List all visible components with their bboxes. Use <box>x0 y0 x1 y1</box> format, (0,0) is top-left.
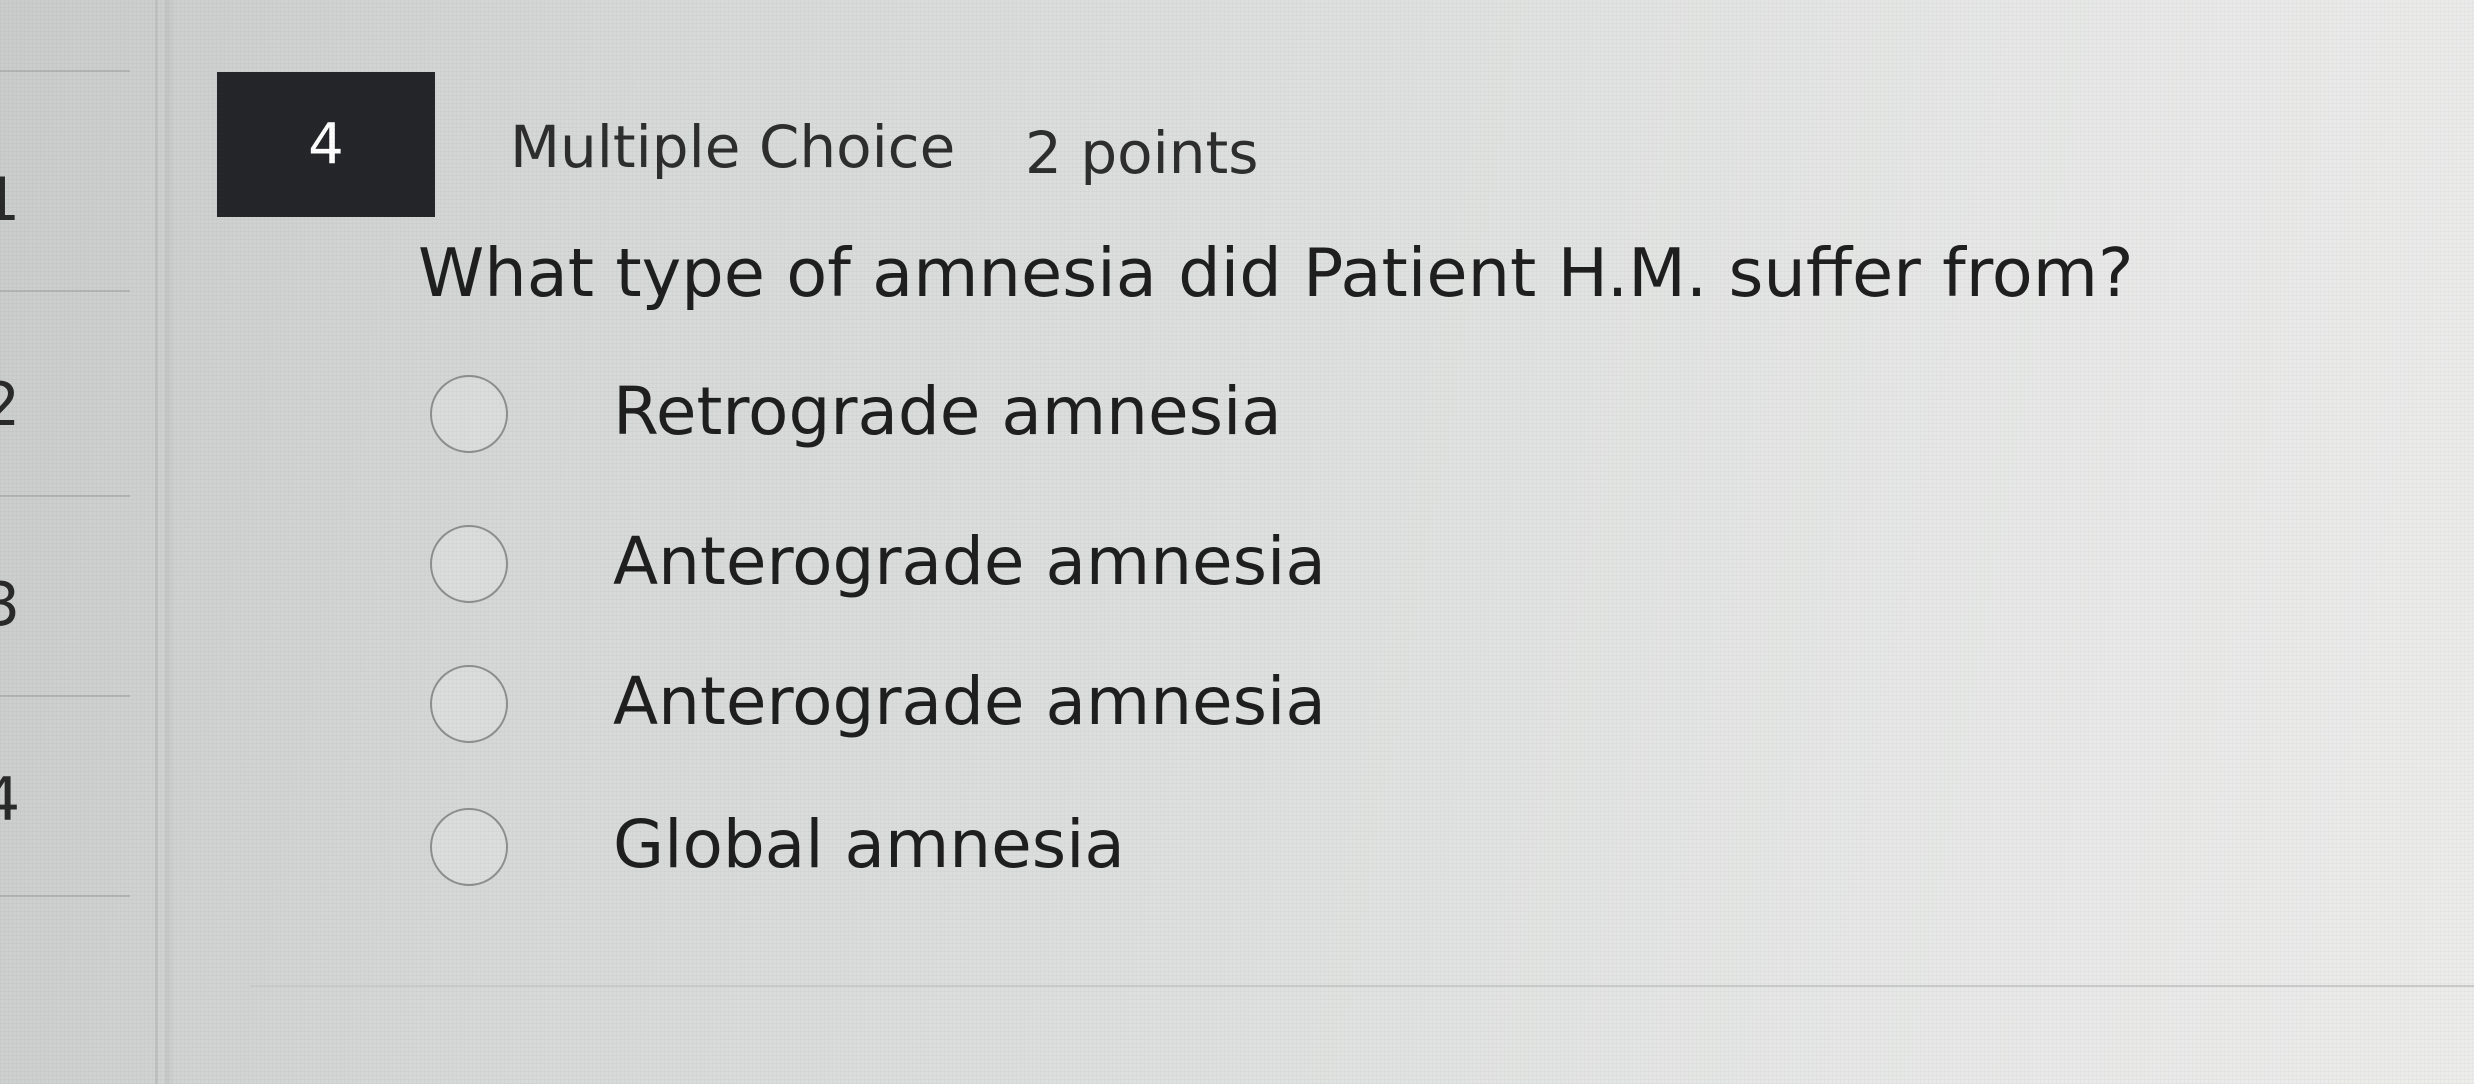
sidebar-divider <box>0 70 130 72</box>
sidebar-item-question-2[interactable]: 2 <box>0 375 20 435</box>
main-divider-shadow <box>165 0 175 1084</box>
radio-button[interactable] <box>430 375 508 453</box>
sidebar-item-question-4[interactable]: 4 <box>0 770 20 830</box>
answer-option-label[interactable]: Anterograde amnesia <box>613 669 1326 735</box>
radio-button[interactable] <box>430 808 508 886</box>
sidebar-item-question-3[interactable]: 3 <box>0 575 20 635</box>
radio-button[interactable] <box>430 525 508 603</box>
question-text: What type of amnesia did Patient H.M. su… <box>418 234 2134 312</box>
answer-option-label[interactable]: Anterograde amnesia <box>613 529 1326 595</box>
answer-option[interactable]: Retrograde amnesia <box>430 375 1430 465</box>
answer-option-label[interactable]: Retrograde amnesia <box>613 379 1282 445</box>
question-type-label: Multiple Choice <box>510 113 956 181</box>
answer-option-label[interactable]: Global amnesia <box>613 812 1125 878</box>
question-number-badge: 4 <box>217 72 435 217</box>
sidebar-item-question-1[interactable]: 1 <box>0 170 20 230</box>
sidebar-divider <box>0 695 130 697</box>
radio-button[interactable] <box>430 665 508 743</box>
sidebar-divider <box>0 895 130 897</box>
answer-option[interactable]: Global amnesia <box>430 808 1430 898</box>
sidebar-divider <box>0 290 130 292</box>
question-points-label: 2 points <box>1025 119 1259 187</box>
sidebar-divider <box>0 495 130 497</box>
question-bottom-divider <box>250 985 2474 987</box>
answer-option[interactable]: Anterograde amnesia <box>430 665 1430 755</box>
question-nav-sidebar: 1 2 3 4 <box>0 0 158 1084</box>
question-number: 4 <box>308 112 344 177</box>
answer-option[interactable]: Anterograde amnesia <box>430 525 1430 615</box>
